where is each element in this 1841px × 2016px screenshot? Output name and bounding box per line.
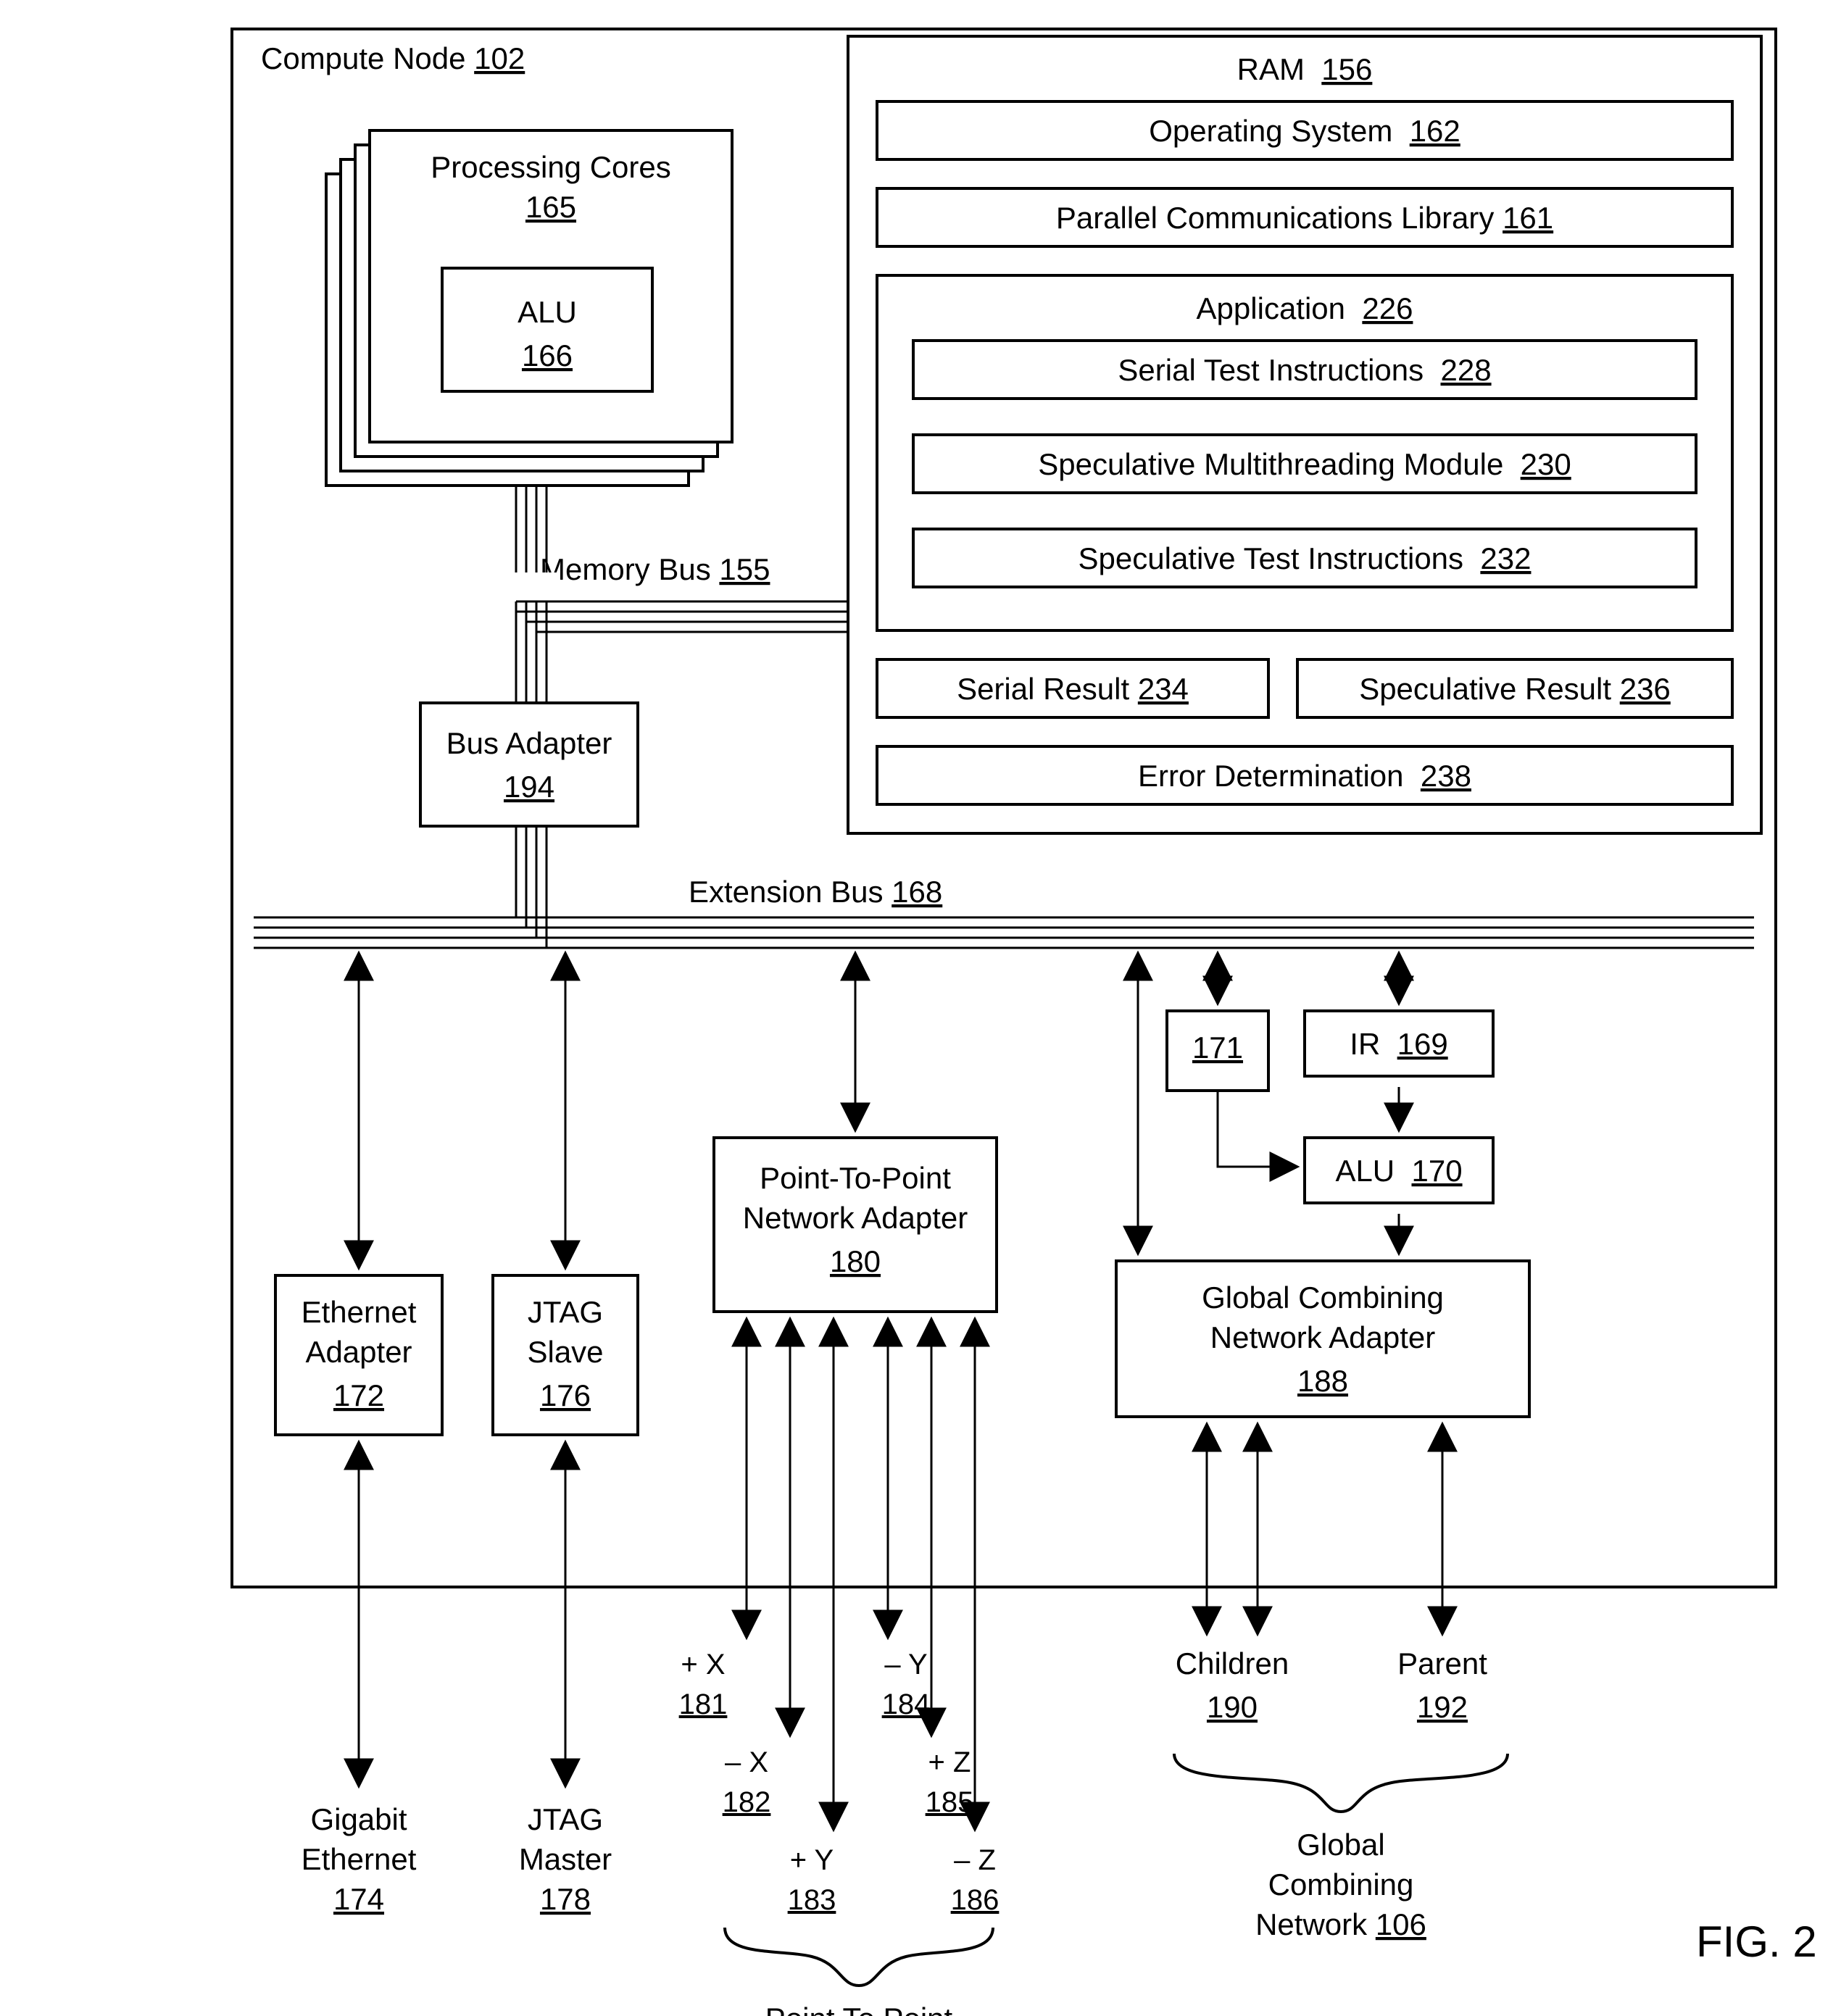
children-ref: 190 — [1207, 1690, 1258, 1724]
extension-bus-label: Extension Bus 168 — [689, 875, 942, 909]
px-ref: 181 — [679, 1688, 728, 1720]
parent-ref: 192 — [1417, 1690, 1468, 1724]
bus-adapter-label: Bus Adapter — [446, 726, 612, 760]
ethernet-adapter-l2: Adapter — [305, 1335, 412, 1369]
svg-text:166: 166 — [522, 338, 573, 372]
bus-adapter-ref: 194 — [504, 770, 554, 804]
svg-text:165: 165 — [525, 190, 576, 224]
spec-result-label: Speculative Result 236 — [1359, 672, 1671, 706]
processing-cores: Processing Cores 165 ALU 166 — [326, 130, 732, 486]
my-ref: 184 — [882, 1688, 931, 1720]
my-label: – Y — [884, 1649, 927, 1680]
pcl-label: Parallel Communications Library 161 — [1056, 201, 1553, 235]
app-label: Application 226 — [1197, 291, 1413, 325]
spectest-label: Speculative Test Instructions 232 — [1079, 541, 1532, 575]
ir-label: IR 169 — [1350, 1027, 1447, 1061]
p2p-adapter-ref: 180 — [830, 1244, 881, 1278]
ethernet-adapter-l1: Ethernet — [302, 1295, 417, 1329]
jtag-slave-ref: 176 — [540, 1378, 591, 1412]
p2p-adapter-l2: Network Adapter — [743, 1201, 968, 1235]
p2p-adapter-l1: Point-To-Point — [760, 1161, 951, 1195]
svg-text:ALU: ALU — [518, 295, 577, 329]
jtag-slave-l2: Slave — [527, 1335, 603, 1369]
gige-l2: Ethernet — [302, 1842, 417, 1876]
gcn-adapter-l2: Network Adapter — [1210, 1320, 1436, 1354]
gige-ref: 174 — [333, 1882, 384, 1916]
gcn-l3: Network 106 — [1255, 1907, 1426, 1941]
mx-label: – X — [725, 1746, 768, 1778]
os-label: Operating System 162 — [1149, 114, 1460, 148]
svg-text:Processing Cores: Processing Cores — [431, 150, 670, 184]
mx-ref: 182 — [723, 1786, 771, 1818]
serial-test-label: Serial Test Instructions 228 — [1118, 353, 1491, 387]
jtagmaster-l1: JTAG — [528, 1802, 603, 1836]
memory-bus-label: Memory Bus 155 — [540, 552, 770, 586]
mz-ref: 186 — [951, 1884, 1000, 1916]
p2pnet-l1: Point To Point — [765, 2002, 953, 2016]
gcn-adapter-l1: Global Combining — [1202, 1280, 1444, 1315]
jtagmaster-l2: Master — [519, 1842, 612, 1876]
compute-node-label: Compute Node 102 — [261, 41, 525, 75]
ethernet-adapter-ref: 172 — [333, 1378, 384, 1412]
bus-adapter-box — [420, 703, 638, 826]
alu2-label: ALU 170 — [1335, 1154, 1462, 1188]
p2p-brace — [725, 1928, 993, 1986]
px-label: + X — [681, 1649, 725, 1680]
serial-result-label: Serial Result 234 — [957, 672, 1189, 706]
parent-label: Parent — [1397, 1646, 1487, 1680]
mz-label: – Z — [954, 1844, 996, 1876]
pz-ref: 185 — [926, 1786, 974, 1818]
gcn-l2: Combining — [1268, 1867, 1414, 1902]
children-label: Children — [1176, 1646, 1289, 1680]
figure-label: FIG. 2 — [1696, 1917, 1817, 1966]
gige-l1: Gigabit — [310, 1802, 407, 1836]
jtag-slave-l1: JTAG — [528, 1295, 603, 1329]
gcn-brace — [1174, 1754, 1508, 1812]
specmt-label: Speculative Multithreading Module 230 — [1038, 447, 1571, 481]
pz-label: + Z — [928, 1746, 971, 1778]
errdet-label: Error Determination 238 — [1138, 759, 1471, 793]
py-label: + Y — [790, 1844, 834, 1876]
py-ref: 183 — [788, 1884, 836, 1916]
gcn-l1: Global — [1297, 1828, 1384, 1862]
gcn-adapter-ref: 188 — [1297, 1364, 1348, 1398]
ram-label: RAM 156 — [1237, 52, 1373, 86]
reg171-label: 171 — [1192, 1030, 1243, 1065]
jtagmaster-ref: 178 — [540, 1882, 591, 1916]
